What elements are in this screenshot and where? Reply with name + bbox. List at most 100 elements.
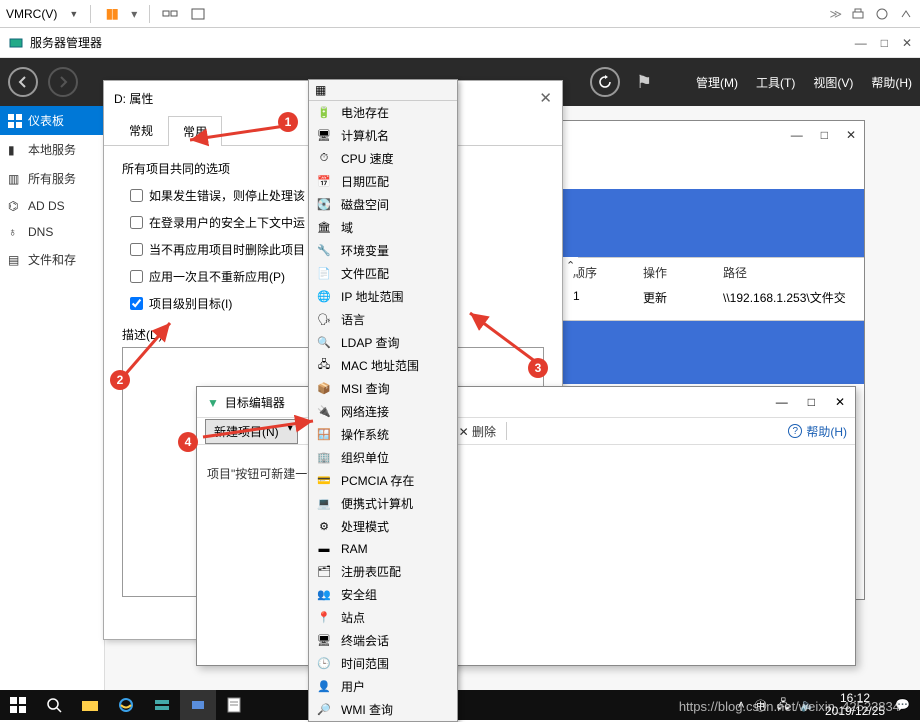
context-menu-item[interactable]: 📦MSI 查询 [309, 377, 457, 400]
menu-help[interactable]: 帮助(H) [871, 74, 912, 91]
menu-item-label: 文件匹配 [341, 265, 389, 282]
taskbar-gpo[interactable] [180, 690, 216, 720]
menu-view[interactable]: 视图(V) [813, 74, 853, 91]
sidebar-item-all[interactable]: ▥所有服务 [0, 164, 104, 193]
close-icon[interactable]: ✕ [902, 36, 912, 50]
menu-item-icon: 🗂 [315, 564, 333, 580]
disk-icon[interactable] [874, 6, 890, 22]
menu-item-icon: 🔋 [315, 105, 333, 121]
sidebar-item-local[interactable]: ▮本地服务 [0, 135, 104, 164]
checkbox[interactable] [130, 270, 143, 283]
checkbox[interactable] [130, 243, 143, 256]
nav-forward-icon [48, 67, 78, 97]
context-menu-item[interactable]: 🔌网络连接 [309, 400, 457, 423]
maximize-icon[interactable]: □ [881, 36, 888, 50]
printer-icon[interactable] [850, 6, 866, 22]
context-menu-item[interactable]: 📄文件匹配 [309, 262, 457, 285]
taskbar-notepad[interactable] [216, 690, 252, 720]
tab-common[interactable]: 常用 [168, 116, 222, 146]
new-item-dropdown[interactable]: 新建项目(N) [205, 419, 298, 444]
minimize-icon[interactable]: — [776, 395, 788, 409]
sidebar-item-dashboard[interactable]: 仪表板 [0, 106, 104, 135]
target-editor-toolbar: 新建项目(N) ▾ ▴ ✂ ⧉ 📋 ▼ ✕ 删除 ? 帮助(H) [197, 417, 855, 445]
server-icon: ▮ [8, 143, 22, 157]
menu-item-label: 终端会话 [341, 632, 389, 649]
maximize-icon[interactable]: □ [808, 395, 815, 409]
context-menu-item[interactable]: 📍站点 [309, 606, 457, 629]
taskbar-servermanager[interactable] [144, 690, 180, 720]
minimize-icon[interactable]: — [791, 128, 803, 142]
power-icon[interactable]: ▾ [131, 7, 137, 21]
context-menu-item[interactable]: 🖥计算机名 [309, 124, 457, 147]
menu-item-label: 用户 [341, 678, 365, 695]
connector-icon[interactable] [898, 6, 914, 22]
menu-tools[interactable]: 工具(T) [756, 74, 795, 91]
menu-item-icon: 📅 [315, 174, 333, 190]
context-menu-item[interactable]: 🔍LDAP 查询 [309, 331, 457, 354]
refresh-icon[interactable] [590, 67, 620, 97]
adds-icon: ⌬ [8, 199, 22, 213]
context-menu-item[interactable]: 💳PCMCIA 存在 [309, 469, 457, 492]
table-row[interactable]: 1 更新 \\192.168.1.253\文件交 [561, 287, 864, 308]
menu-item-label: 计算机名 [341, 127, 389, 144]
menu-item-label: 安全组 [341, 586, 377, 603]
context-menu-item[interactable]: 🔎WMI 查询 [309, 698, 457, 721]
annotation-badge-1: 1 [278, 112, 298, 132]
nav-back-icon[interactable] [8, 67, 38, 97]
search-icon[interactable] [36, 690, 72, 720]
close-icon[interactable]: ✕ [846, 128, 856, 142]
help-link[interactable]: ? 帮助(H) [788, 423, 847, 440]
context-menu-item[interactable]: 🕒时间范围 [309, 652, 457, 675]
context-menu-item[interactable]: 👥安全组 [309, 583, 457, 606]
minimize-icon[interactable]: — [855, 36, 867, 50]
context-menu-item[interactable]: ▬RAM [309, 538, 457, 560]
sidebar-item-file[interactable]: ▤文件和存 [0, 245, 104, 274]
menu-item-icon: 🖧 [315, 358, 333, 374]
context-menu-item[interactable]: 👤用户 [309, 675, 457, 698]
target-editor-title: 目标编辑器 [225, 394, 285, 411]
context-menu-item[interactable]: 🔋电池存在 [309, 101, 457, 124]
checkbox[interactable] [130, 189, 143, 202]
checkbox[interactable] [130, 216, 143, 229]
context-menu-item[interactable]: 🗣语言 [309, 308, 457, 331]
context-menu-item[interactable]: 🏢组织单位 [309, 446, 457, 469]
context-menu-item[interactable]: 💽磁盘空间 [309, 193, 457, 216]
expand-icon[interactable]: ⌃ [563, 257, 578, 274]
taskbar-ie[interactable] [108, 690, 144, 720]
sidebar: 仪表板 ▮本地服务 ▥所有服务 ⌬AD DS ♁DNS ▤文件和存 [0, 106, 105, 690]
context-menu-item[interactable]: ⚙处理模式 [309, 515, 457, 538]
delete-label[interactable]: ✕ 删除 [459, 423, 496, 440]
context-menu-item[interactable]: 🖥终端会话 [309, 629, 457, 652]
context-menu-item[interactable]: 🏛域 [309, 216, 457, 239]
taskbar-explorer[interactable] [72, 690, 108, 720]
menu-item-label: IP 地址范围 [341, 288, 403, 305]
sidebar-item-label: 仪表板 [28, 112, 64, 129]
vmrc-bar: VMRC(V) ▼ ▮▮ ▾ ≫ [0, 0, 920, 28]
maximize-icon[interactable]: □ [821, 128, 828, 142]
fast-forward-icon[interactable]: ≫ [829, 7, 842, 21]
close-icon[interactable]: ✕ [539, 89, 552, 107]
vmrc-label[interactable]: VMRC(V) [6, 7, 57, 21]
checkbox[interactable] [130, 297, 143, 310]
tab-general[interactable]: 常规 [114, 115, 168, 145]
send-keys-icon[interactable] [162, 6, 178, 22]
context-menu-item[interactable]: ⏱CPU 速度 [309, 147, 457, 170]
context-menu-item[interactable]: 💻便携式计算机 [309, 492, 457, 515]
fullscreen-icon[interactable] [190, 6, 206, 22]
close-icon[interactable]: ✕ [835, 395, 845, 409]
start-button[interactable] [0, 690, 36, 720]
flag-icon[interactable]: ⚑ [636, 72, 652, 93]
context-menu-item[interactable]: 🔧环境变量 [309, 239, 457, 262]
help-label: 帮助(H) [806, 423, 847, 440]
context-menu-item[interactable]: 🗂注册表匹配 [309, 560, 457, 583]
menu-grip-icon[interactable]: ▦ [315, 83, 326, 97]
context-menu-item[interactable]: 🖧MAC 地址范围 [309, 354, 457, 377]
sidebar-item-dns[interactable]: ♁DNS [0, 219, 104, 245]
context-menu-item[interactable]: 📅日期匹配 [309, 170, 457, 193]
pause-icon[interactable]: ▮▮ [103, 6, 119, 22]
menu-manage[interactable]: 管理(M) [696, 74, 738, 91]
chevron-down-icon[interactable]: ▼ [69, 9, 78, 19]
sidebar-item-adds[interactable]: ⌬AD DS [0, 193, 104, 219]
context-menu-item[interactable]: 🪟操作系统 [309, 423, 457, 446]
context-menu-item[interactable]: 🌐IP 地址范围 [309, 285, 457, 308]
